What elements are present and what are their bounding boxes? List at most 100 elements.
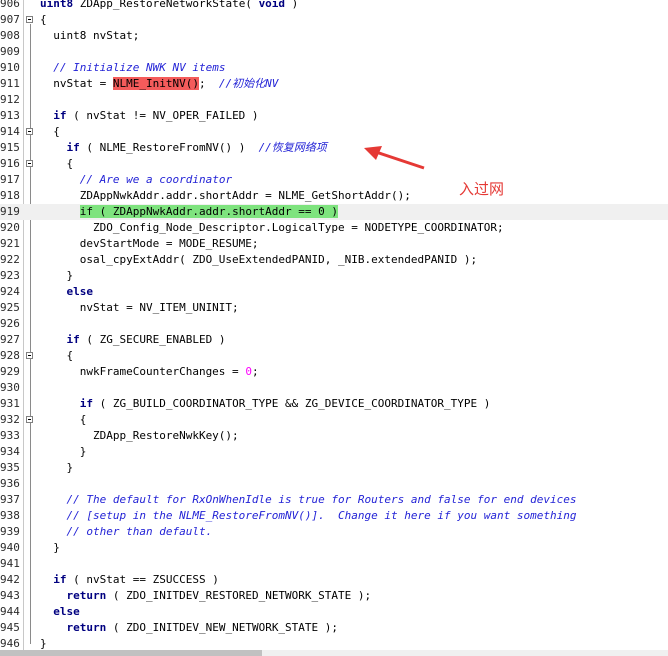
code-line[interactable]: 918 ZDAppNwkAddr.addr.shortAddr = NLME_G… [0,188,668,204]
code-comment: // other than default. [66,525,213,538]
code-token: nvStat = NV_ITEM_UNINIT; [40,301,239,314]
line-number: 914 [0,125,20,138]
code-token: { [40,13,47,26]
code-line[interactable]: 945 return ( ZDO_INITDEV_NEW_NETWORK_STA… [0,620,668,636]
line-number: 945 [0,621,20,634]
line-number: 933 [0,429,20,442]
code-token: } [40,461,74,474]
code-line[interactable]: 935 } [0,460,668,476]
code-line[interactable]: 917 // Are we a coordinator [0,172,668,188]
code-line[interactable]: 921 devStartMode = MODE_RESUME; [0,236,668,252]
code-line[interactable]: 911 nvStat = NLME_InitNV(); //初始化NV [0,76,668,92]
line-number: 920 [0,221,20,234]
code-line[interactable]: 944 else [0,604,668,620]
line-number: 935 [0,461,20,474]
code-line[interactable]: 933 ZDApp_RestoreNwkKey(); [0,428,668,444]
code-line[interactable]: 938 // [setup in the NLME_RestoreFromNV(… [0,508,668,524]
code-line[interactable]: 909 [0,44,668,60]
code-line[interactable]: 941 [0,556,668,572]
code-editor[interactable]: 906 uint8 ZDApp_RestoreNetworkState( void… [0,0,668,650]
code-token: ( nvStat != NV_OPER_FAILED ) [66,109,259,122]
fold-minus-icon[interactable] [26,160,33,167]
line-number: 942 [0,573,20,586]
code-keyword: if [79,397,93,410]
code-line[interactable]: 927 if ( ZG_SECURE_ENABLED ) [0,332,668,348]
code-keyword: return [66,621,107,634]
code-text: if ( ZG_SECURE_ENABLED ) [40,332,226,348]
line-number: 946 [0,637,20,650]
code-line[interactable]: 943 return ( ZDO_INITDEV_RESTORED_NETWOR… [0,588,668,604]
code-line[interactable]: 912 [0,92,668,108]
line-number: 915 [0,141,20,154]
code-text: return ( ZDO_INITDEV_RESTORED_NETWORK_ST… [40,588,372,604]
line-number: 929 [0,365,20,378]
code-keyword: else [66,285,94,298]
code-line[interactable]: 915 if ( NLME_RestoreFromNV() ) //恢复网络项 [0,140,668,156]
code-line[interactable]: 940 } [0,540,668,556]
code-text: if ( nvStat == ZSUCCESS ) [40,572,219,588]
code-line[interactable]: 920 ZDO_Config_Node_Descriptor.LogicalTy… [0,220,668,236]
code-token: ZDApp_RestoreNetworkState( [79,0,259,10]
line-number: 910 [0,61,20,74]
code-line[interactable]: 942 if ( nvStat == ZSUCCESS ) [0,572,668,588]
highlighted-call: NLME_InitNV() [112,77,199,90]
code-text: // [setup in the NLME_RestoreFromNV()]. … [40,508,577,524]
code-line[interactable]: 910 // Initialize NWK NV items [0,60,668,76]
code-token: uint8 nvStat; [40,29,140,42]
code-line[interactable]: 939 // other than default. [0,524,668,540]
fold-minus-icon[interactable] [26,128,33,135]
code-line[interactable]: 916 { [0,156,668,172]
code-line[interactable]: 946} [0,636,668,650]
code-token: } [40,445,87,458]
code-line[interactable]: 930 [0,380,668,396]
code-text: else [40,284,94,300]
code-line[interactable]: 937 // The default for RxOnWhenIdle is t… [0,492,668,508]
line-number: 909 [0,45,20,58]
code-text: ZDO_Config_Node_Descriptor.LogicalType =… [40,220,504,236]
code-keyword: if [66,333,80,346]
line-number: 907 [0,13,20,26]
code-line[interactable]: 924 else [0,284,668,300]
code-line[interactable]: 907 { [0,12,668,28]
code-token: ; [251,365,259,378]
fold-minus-icon[interactable] [26,416,33,423]
code-text: return ( ZDO_INITDEV_NEW_NETWORK_STATE )… [40,620,339,636]
code-line[interactable]: 931 if ( ZG_BUILD_COORDINATOR_TYPE && ZG… [0,396,668,412]
code-token: ( ZG_SECURE_ENABLED ) [79,333,226,346]
code-text: { [40,12,47,28]
line-number: 934 [0,445,20,458]
code-text: uint8 nvStat; [40,28,139,44]
code-text: if ( nvStat != NV_OPER_FAILED ) [40,108,259,124]
code-line[interactable]: 928 { [0,348,668,364]
code-line[interactable]: 926 [0,316,668,332]
fold-minus-icon[interactable] [26,352,33,359]
code-line[interactable]: 914 { [0,124,668,140]
code-line[interactable]: 906 uint8 ZDApp_RestoreNetworkState( void… [0,0,668,12]
code-text: { [40,412,87,428]
code-line[interactable]: 929 nwkFrameCounterChanges = 0; [0,364,668,380]
code-token: osal_cpyExtAddr( ZDO_UseExtendedPANID, _… [40,253,478,266]
code-token: } [40,637,47,650]
code-line[interactable]: 923 } [0,268,668,284]
line-number: 906 [0,0,20,10]
code-comment: //恢复网络项 [258,141,327,154]
code-line[interactable]: 908 uint8 nvStat; [0,28,668,44]
code-line[interactable]: 913 if ( nvStat != NV_OPER_FAILED ) [0,108,668,124]
code-line[interactable]: 934 } [0,444,668,460]
code-comment: // Are we a coordinator [79,173,233,186]
code-line[interactable]: 919 if ( ZDAppNwkAddr.addr.shortAddr == … [0,204,668,220]
line-number: 916 [0,157,20,170]
code-line[interactable]: 922 osal_cpyExtAddr( ZDO_UseExtendedPANI… [0,252,668,268]
code-keyword: void [258,0,286,10]
code-line[interactable]: 932 { [0,412,668,428]
code-token: { [40,349,74,362]
code-keyword: if [53,573,67,586]
horizontal-scrollbar-thumb[interactable] [0,650,262,656]
code-line[interactable]: 936 [0,476,668,492]
code-line[interactable]: 925 nvStat = NV_ITEM_UNINIT; [0,300,668,316]
fold-minus-icon[interactable] [26,16,33,23]
